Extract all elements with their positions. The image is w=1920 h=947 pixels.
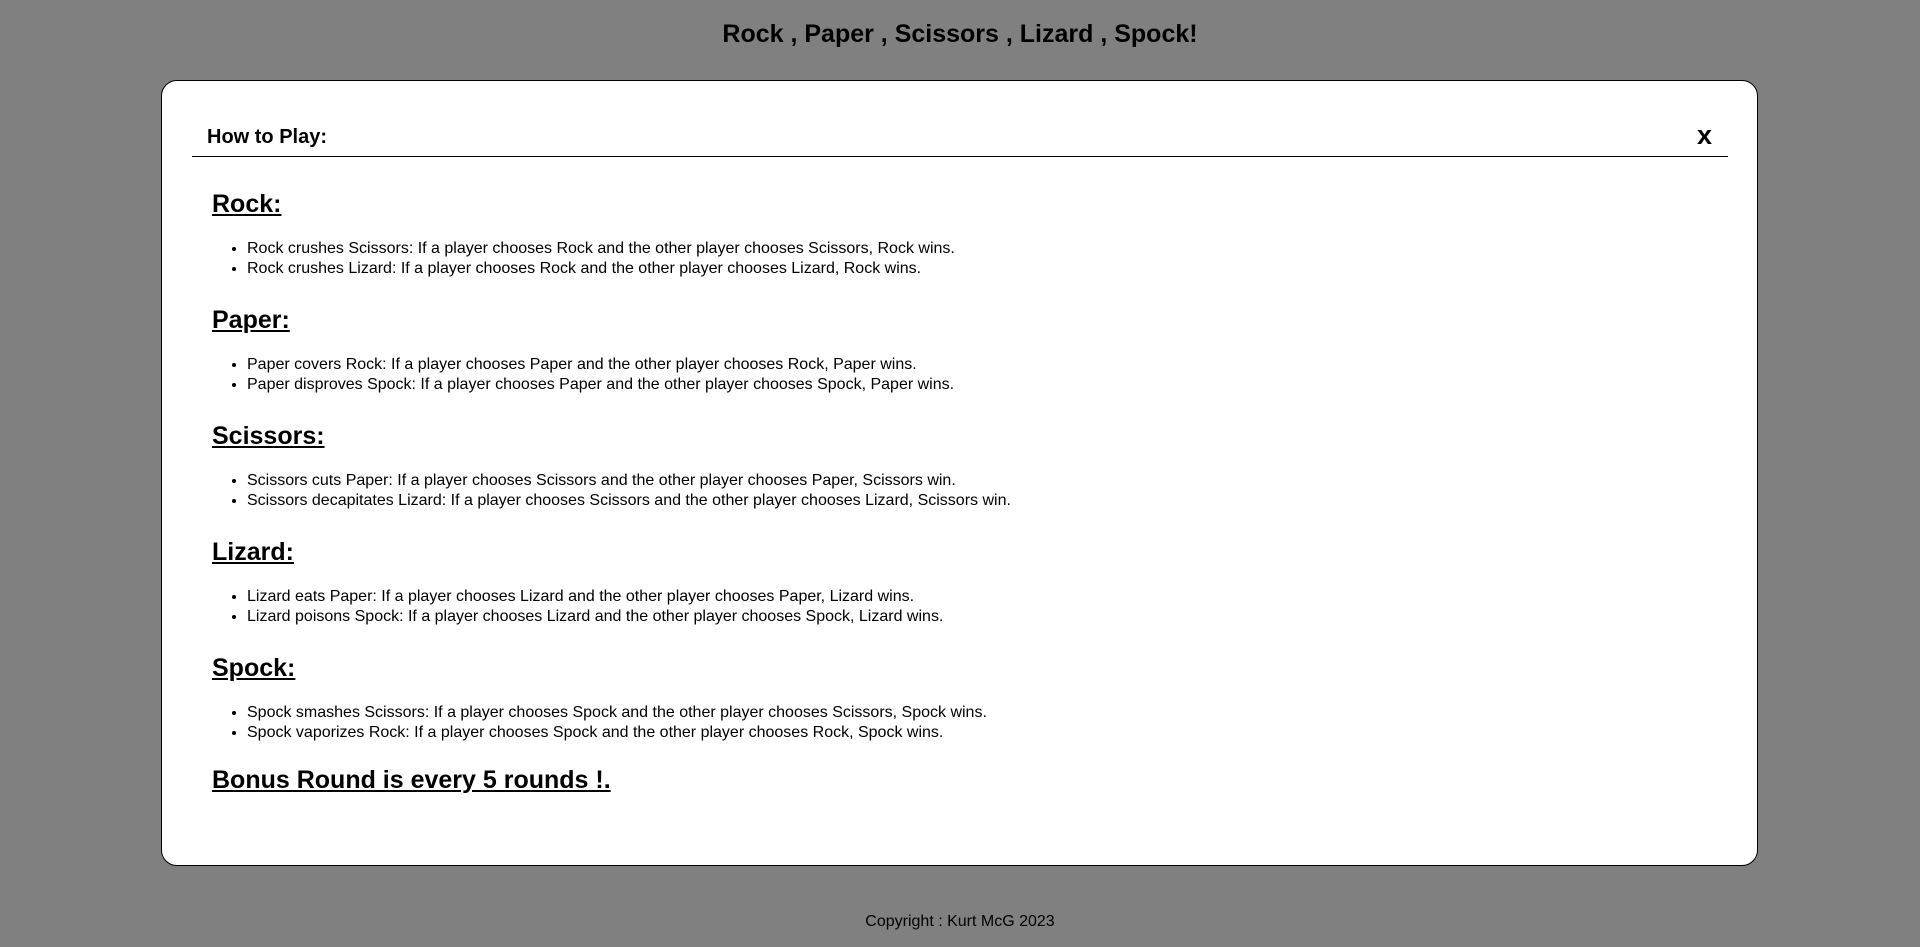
close-button[interactable]: x <box>1697 119 1712 151</box>
modal-header: How to Play: x <box>192 117 1728 157</box>
list-item: Scissors decapitates Lizard: If a player… <box>247 491 1692 511</box>
section-heading: Scissors: <box>212 422 325 450</box>
list-item: Spock smashes Scissors: If a player choo… <box>247 703 1692 723</box>
rules-list: Lizard eats Paper: If a player chooses L… <box>212 587 1692 626</box>
rules-list: Scissors cuts Paper: If a player chooses… <box>212 471 1692 510</box>
rules-section-scissors: Scissors: Scissors cuts Paper: If a play… <box>212 421 1692 537</box>
list-item: Paper covers Rock: If a player chooses P… <box>247 355 1692 375</box>
rules-list: Paper covers Rock: If a player chooses P… <box>212 355 1692 394</box>
modal-title: How to Play: <box>207 126 328 148</box>
rules-section-rock: Rock: Rock crushes Scissors: If a player… <box>212 189 1692 305</box>
rules-section-spock: Spock: Spock smashes Scissors: If a play… <box>212 653 1692 769</box>
bonus-round-note: Bonus Round is every 5 rounds !. <box>212 766 611 794</box>
list-item: Rock crushes Lizard: If a player chooses… <box>247 259 1692 279</box>
list-item: Lizard poisons Spock: If a player choose… <box>247 607 1692 627</box>
list-item: Scissors cuts Paper: If a player chooses… <box>247 471 1692 491</box>
section-heading: Spock: <box>212 654 296 682</box>
copyright-footer: Copyright : Kurt McG 2023 <box>865 913 1055 930</box>
page-title: Rock , Paper , Scissors , Lizard , Spock… <box>722 20 1198 48</box>
section-heading: Lizard: <box>212 538 294 566</box>
how-to-play-modal: How to Play: x Rock: Rock crushes Scisso… <box>161 80 1758 866</box>
rules-section-lizard: Lizard: Lizard eats Paper: If a player c… <box>212 537 1692 653</box>
rules-section-paper: Paper: Paper covers Rock: If a player ch… <box>212 305 1692 421</box>
list-item: Rock crushes Scissors: If a player choos… <box>247 239 1692 259</box>
list-item: Lizard eats Paper: If a player chooses L… <box>247 587 1692 607</box>
rules-list: Rock crushes Scissors: If a player choos… <box>212 239 1692 278</box>
section-heading: Paper: <box>212 306 290 334</box>
rules-list: Spock smashes Scissors: If a player choo… <box>212 703 1692 742</box>
list-item: Spock vaporizes Rock: If a player choose… <box>247 723 1692 743</box>
section-heading: Rock: <box>212 190 282 218</box>
list-item: Paper disproves Spock: If a player choos… <box>247 375 1692 395</box>
modal-body: Rock: Rock crushes Scissors: If a player… <box>212 189 1692 795</box>
